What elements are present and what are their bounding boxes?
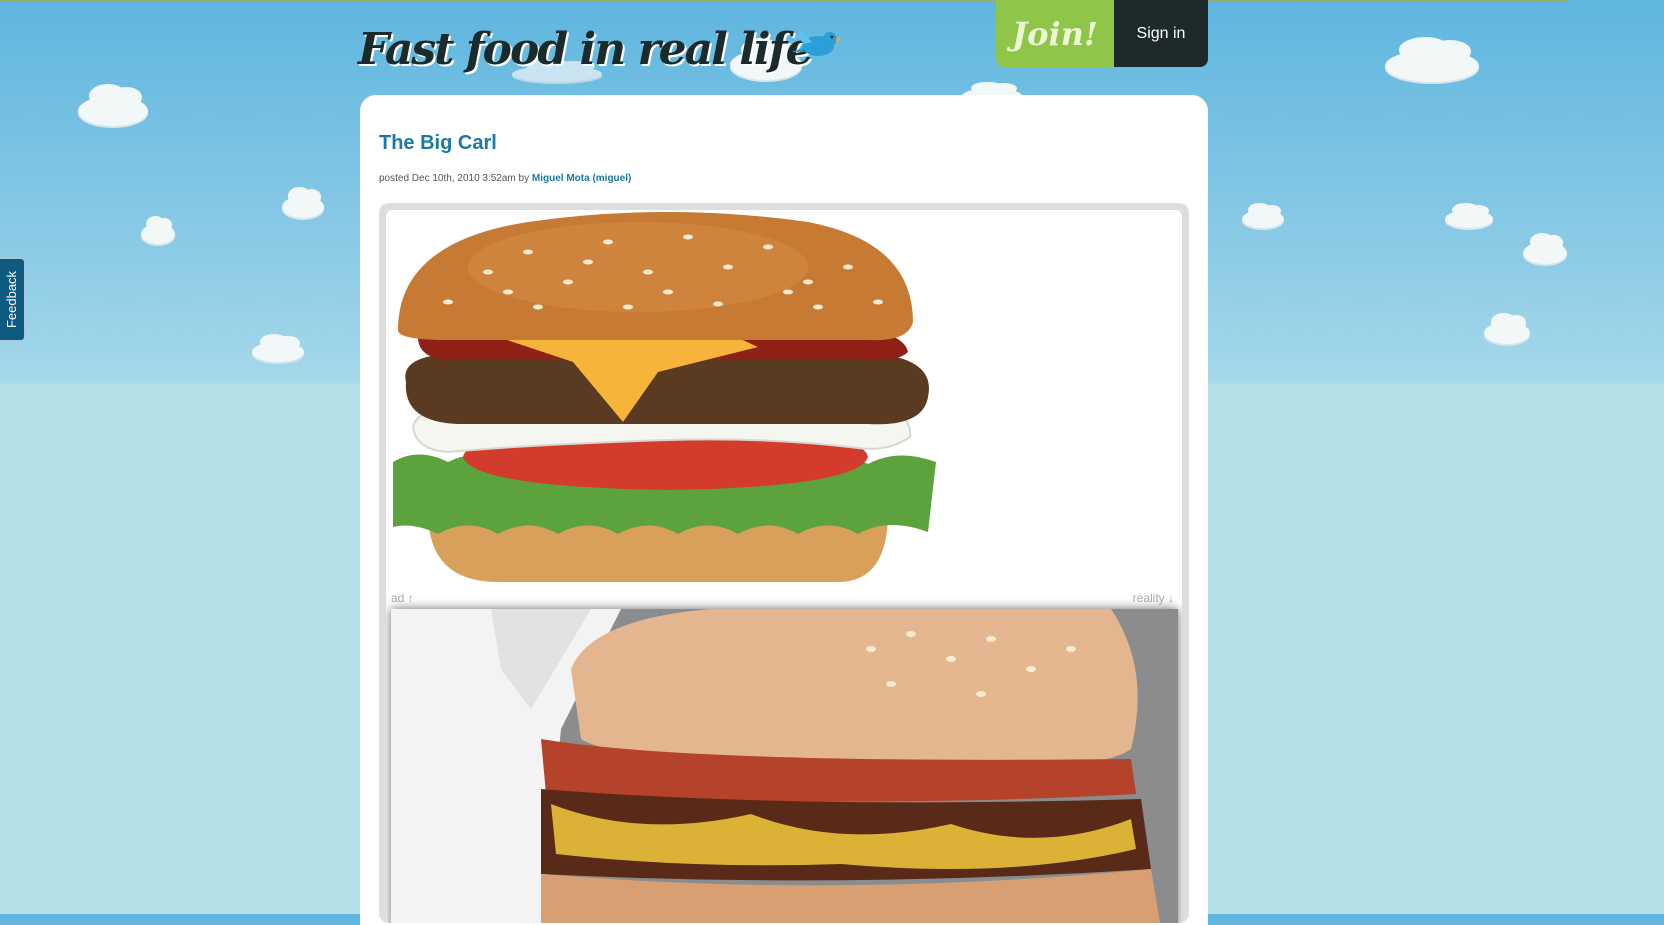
cloud-decoration xyxy=(1484,313,1530,344)
post-title[interactable]: The Big Carl xyxy=(379,132,497,155)
author-link[interactable]: Miguel Mota (miguel) xyxy=(532,173,631,184)
feedback-tab[interactable]: Feedback xyxy=(0,258,25,341)
twitter-bird-icon[interactable] xyxy=(790,26,842,60)
cloud-decoration xyxy=(282,187,324,218)
cloud-decoration xyxy=(1445,202,1493,228)
top-border xyxy=(0,0,1568,1)
comparison-inner: ad ↑ reality ↓ xyxy=(386,210,1182,923)
cloud-decoration xyxy=(141,216,175,244)
site-logo[interactable]: Fast food in real life xyxy=(358,24,814,75)
reality-label: reality ↓ xyxy=(1132,591,1174,605)
reality-burger-photo xyxy=(391,609,1178,923)
cloud-decoration xyxy=(1385,37,1479,82)
post-meta-prefix: posted Dec 10th, 2010 3:52am by xyxy=(379,173,530,184)
feedback-tab-label: Feedback xyxy=(4,270,20,329)
post-meta: posted Dec 10th, 2010 3:52am by Miguel M… xyxy=(379,173,631,184)
cloud-decoration xyxy=(78,84,148,126)
ad-burger-image xyxy=(393,212,936,582)
sign-in-button[interactable]: Sign in xyxy=(1114,0,1208,67)
reality-burger-image xyxy=(391,609,1178,923)
ad-label: ad ↑ xyxy=(391,591,414,605)
cloud-decoration xyxy=(1523,233,1567,264)
join-button[interactable]: Join! xyxy=(996,0,1114,67)
comparison-frame: ad ↑ reality ↓ xyxy=(379,203,1189,923)
cloud-decoration xyxy=(1242,202,1284,228)
post-content-panel: The Big Carl posted Dec 10th, 2010 3:52a… xyxy=(360,95,1208,925)
cloud-decoration xyxy=(252,334,304,362)
